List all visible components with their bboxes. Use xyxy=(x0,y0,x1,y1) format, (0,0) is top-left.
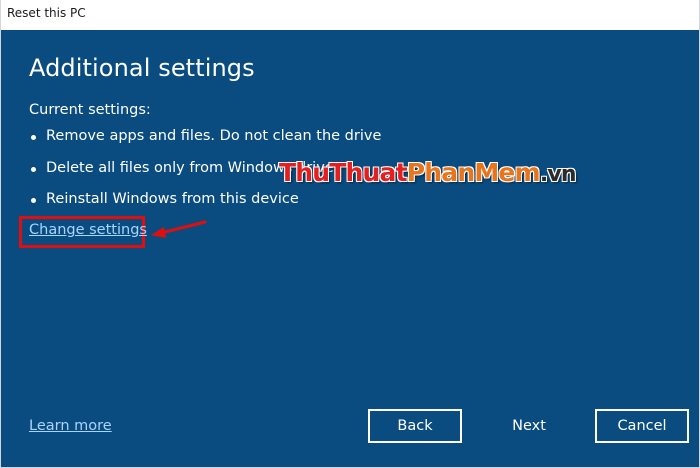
watermark-part: .vn xyxy=(539,162,577,187)
page-title: Additional settings xyxy=(29,54,255,82)
bullet-icon xyxy=(31,166,36,172)
back-button[interactable]: Back xyxy=(368,409,462,443)
watermark-part: Thu xyxy=(279,158,330,187)
window-title: Reset this PC xyxy=(7,6,86,20)
bullet-icon xyxy=(31,135,36,140)
bullet-icon xyxy=(31,198,36,203)
setting-text: Reinstall Windows from this device xyxy=(46,191,299,207)
red-arrow-icon xyxy=(151,220,207,238)
learn-more-link[interactable]: Learn more xyxy=(29,418,112,434)
watermark-part: Thuat xyxy=(329,158,407,187)
watermark-logo: ThuThuatPhanMem.vn xyxy=(279,158,577,187)
change-settings-link[interactable]: Change settings xyxy=(29,222,147,238)
cancel-button[interactable]: Cancel xyxy=(595,409,689,443)
title-bar: Reset this PC xyxy=(1,0,699,30)
dialog-content: Additional settings Current settings: Re… xyxy=(1,30,699,467)
list-item: Remove apps and files. Do not clean the … xyxy=(29,128,381,160)
next-button[interactable]: Next xyxy=(482,409,576,443)
setting-text: Remove apps and files. Do not clean the … xyxy=(46,128,382,144)
reset-pc-window: Reset this PC Additional settings Curren… xyxy=(0,0,700,468)
current-settings-label: Current settings: xyxy=(29,102,151,118)
watermark-part: PhanMem xyxy=(406,158,541,187)
